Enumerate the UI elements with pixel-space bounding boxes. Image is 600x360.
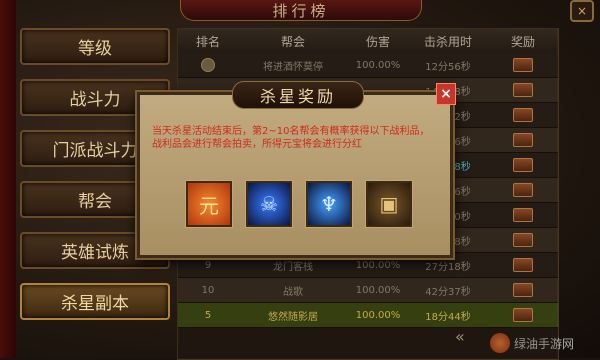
chest-icon: ▣ [379,192,399,216]
window-title: 排行榜 [180,0,422,21]
reward-item[interactable]: ☠ [246,181,292,227]
modal-title-text: 杀星奖励 [259,87,336,106]
mage-icon: ♆ [320,192,338,216]
sidebar-item-star-dungeon[interactable]: 杀星副本 [20,283,170,320]
sidebar-item-label: 英雄试炼 [61,243,129,263]
sidebar-item-label: 等级 [78,39,112,59]
modal-description: 当天杀星活动结束后，第2~10名帮会有概率获得以下战利品，战利品会进行帮会拍卖，… [152,126,430,150]
close-icon: × [576,4,588,18]
reward-item[interactable]: ▣ [366,181,412,227]
window-close-button[interactable]: × [570,0,594,22]
sidebar-item-level[interactable]: 等级 [20,28,170,65]
modal-title: 杀星奖励 [232,81,364,109]
window-title-text: 排行榜 [272,1,330,20]
reward-item[interactable]: ♆ [306,181,352,227]
reward-item[interactable]: 元 [186,181,232,227]
sidebar-item-label: 帮会 [78,192,112,212]
sidebar-item-label: 门派战斗力 [52,141,138,161]
coin-icon: 元 [199,193,219,218]
left-border-strip [0,0,16,358]
warrior-icon: ☠ [260,192,278,216]
reward-modal: 杀星奖励 × 当天杀星活动结束后，第2~10名帮会有概率获得以下战利品，战利品会… [137,81,456,258]
modal-close-button[interactable]: × [436,83,456,105]
reward-list: 元 ☠ ♆ ▣ [186,181,426,227]
close-icon: × [440,86,452,102]
sidebar-item-label: 杀星副本 [61,294,129,314]
sidebar-item-label: 战斗力 [69,90,121,110]
